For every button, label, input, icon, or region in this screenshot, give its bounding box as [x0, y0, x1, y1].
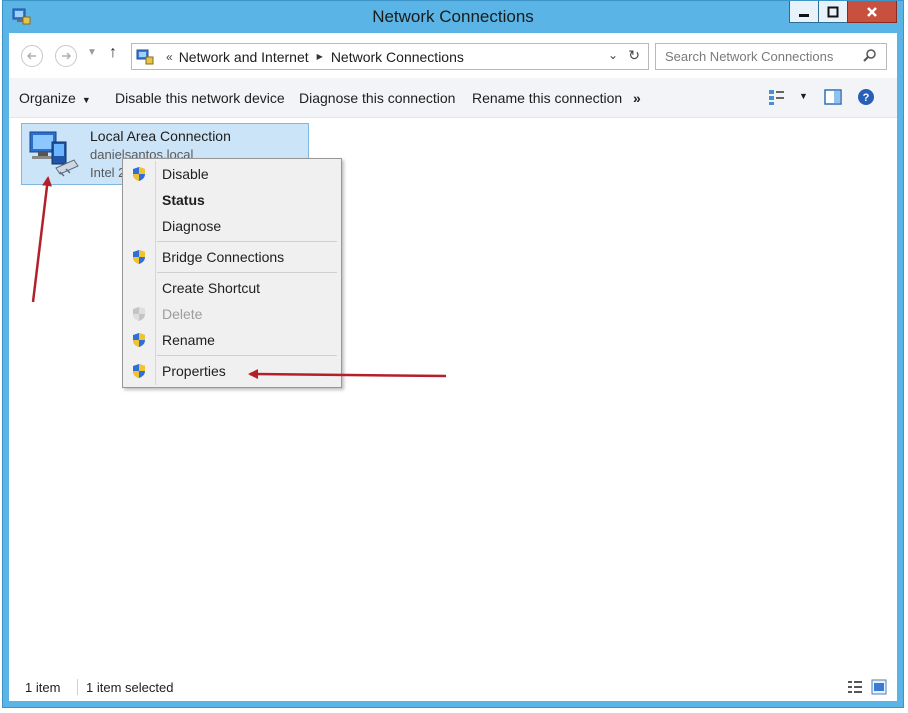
command-bar: Organize ▼ Disable this network device Di… [9, 78, 897, 118]
menu-item-bridge-connections[interactable]: Bridge Connections [125, 245, 339, 269]
menu-item-create-shortcut[interactable]: Create Shortcut [125, 276, 339, 300]
search-placeholder: Search Network Connections [665, 49, 834, 64]
rename-connection-button[interactable]: Rename this connection [472, 90, 622, 106]
status-divider [77, 679, 78, 695]
context-menu: Disable Status Diagnose Bridge Connectio… [122, 158, 342, 388]
menu-item-label: Status [162, 192, 205, 208]
window: Network Connections ▼ ↑ « Network and In… [2, 0, 904, 708]
uac-shield-icon [133, 307, 145, 321]
menu-item-properties[interactable]: Properties [125, 359, 339, 383]
menu-separator [157, 355, 337, 356]
back-arrow-icon [26, 52, 36, 60]
help-icon[interactable]: ? [856, 87, 876, 107]
change-view-icon[interactable] [767, 87, 787, 107]
menu-item-label: Delete [162, 306, 203, 322]
item-count: 1 item [25, 680, 61, 695]
view-options-dropdown[interactable]: ▼ [799, 91, 808, 101]
menu-separator [157, 241, 337, 242]
organize-label: Organize [19, 90, 76, 106]
network-adapter-icon [29, 131, 79, 177]
details-view-icon[interactable] [847, 679, 863, 695]
address-bar[interactable]: « Network and Internet ▶ Network Connect… [131, 43, 649, 70]
menu-item-label: Create Shortcut [162, 280, 261, 296]
recent-locations-dropdown[interactable]: ▼ [87, 47, 97, 58]
status-bar: 1 item 1 item selected [9, 673, 897, 701]
refresh-icon[interactable]: ↻ [628, 47, 640, 64]
address-overflow[interactable]: « [166, 50, 173, 64]
uac-shield-icon [133, 364, 145, 378]
maximize-icon [827, 6, 839, 17]
connection-device: Intel 2 [90, 165, 126, 180]
selection-count: 1 item selected [86, 680, 174, 695]
breadcrumb-separator-icon[interactable]: ▶ [317, 52, 323, 61]
menu-item-delete: Delete [125, 302, 339, 326]
maximize-button[interactable] [818, 1, 848, 23]
menu-item-diagnose[interactable]: Diagnose [125, 214, 339, 238]
explorer-client: ▼ ↑ « Network and Internet ▶ Network Con… [9, 33, 897, 701]
close-icon [867, 6, 877, 17]
uac-shield-icon [133, 250, 145, 264]
connection-name: Local Area Connection [90, 128, 231, 144]
forward-arrow-icon [62, 52, 72, 60]
breadcrumb-network-connections[interactable]: Network Connections [331, 49, 464, 65]
back-button[interactable] [21, 45, 43, 67]
uac-shield-icon [133, 333, 145, 347]
disable-device-button[interactable]: Disable this network device [115, 90, 285, 106]
close-button[interactable] [847, 1, 897, 23]
svg-text:?: ? [863, 92, 870, 104]
menu-item-disable[interactable]: Disable [125, 162, 339, 186]
minimize-button[interactable] [789, 1, 819, 23]
address-bar-row: ▼ ↑ « Network and Internet ▶ Network Con… [9, 33, 897, 78]
menu-separator [157, 272, 337, 273]
search-icon[interactable] [862, 48, 878, 64]
up-button[interactable]: ↑ [109, 44, 117, 62]
menu-item-label: Disable [162, 166, 209, 182]
menu-item-label: Bridge Connections [162, 249, 285, 265]
breadcrumb-network-and-internet[interactable]: Network and Internet [179, 49, 309, 65]
menu-item-rename[interactable]: Rename [125, 328, 339, 352]
title-bar[interactable]: Network Connections [3, 1, 903, 33]
menu-item-label: Diagnose [162, 218, 222, 234]
more-commands-button[interactable]: » [633, 90, 641, 106]
address-dropdown-icon[interactable]: ⌄ [608, 48, 618, 62]
chevron-down-icon: ▼ [81, 95, 91, 105]
diagnose-connection-button[interactable]: Diagnose this connection [299, 90, 455, 106]
uac-shield-icon [133, 167, 145, 181]
menu-item-label: Rename [162, 332, 215, 348]
search-input[interactable]: Search Network Connections [655, 43, 887, 70]
window-title: Network Connections [372, 7, 534, 26]
menu-item-label: Properties [162, 363, 226, 379]
minimize-icon [799, 13, 809, 17]
preview-pane-icon[interactable] [823, 87, 843, 107]
large-icons-view-icon[interactable] [871, 679, 887, 695]
organize-menu[interactable]: Organize ▼ [19, 90, 91, 106]
menu-item-status[interactable]: Status [125, 188, 339, 212]
network-folder-icon [136, 49, 154, 64]
forward-button[interactable] [55, 45, 77, 67]
